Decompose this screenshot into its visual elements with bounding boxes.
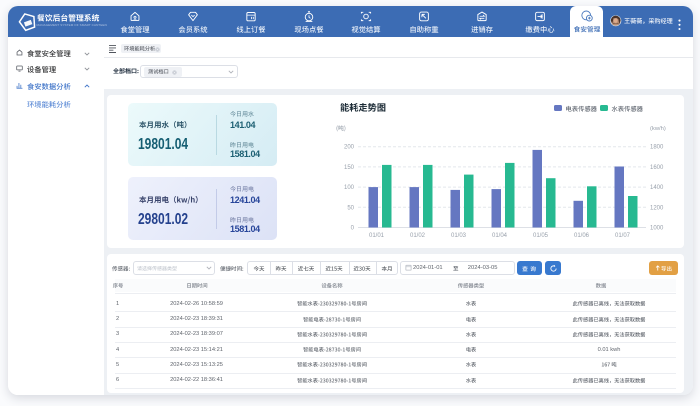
svg-text:01/04: 01/04 <box>492 233 508 239</box>
svg-text:01/01: 01/01 <box>369 233 385 239</box>
svg-text:01/07: 01/07 <box>615 233 631 239</box>
svg-text:100: 100 <box>344 185 355 191</box>
svg-text:01/02: 01/02 <box>410 233 426 239</box>
svg-text:1400: 1400 <box>650 185 664 191</box>
svg-text:200: 200 <box>344 145 355 151</box>
svg-text:01/05: 01/05 <box>533 233 549 239</box>
svg-text:1600: 1600 <box>650 165 664 171</box>
svg-text:1200: 1200 <box>650 205 664 211</box>
svg-text:0: 0 <box>351 226 355 232</box>
svg-text:01/03: 01/03 <box>451 233 467 239</box>
svg-text:50: 50 <box>347 205 354 211</box>
svg-text:1000: 1000 <box>650 226 664 232</box>
svg-text:01/06: 01/06 <box>574 233 590 239</box>
svg-text:(kw/h): (kw/h) <box>650 126 666 132</box>
svg-text:1800: 1800 <box>650 145 664 151</box>
svg-text:150: 150 <box>344 165 355 171</box>
